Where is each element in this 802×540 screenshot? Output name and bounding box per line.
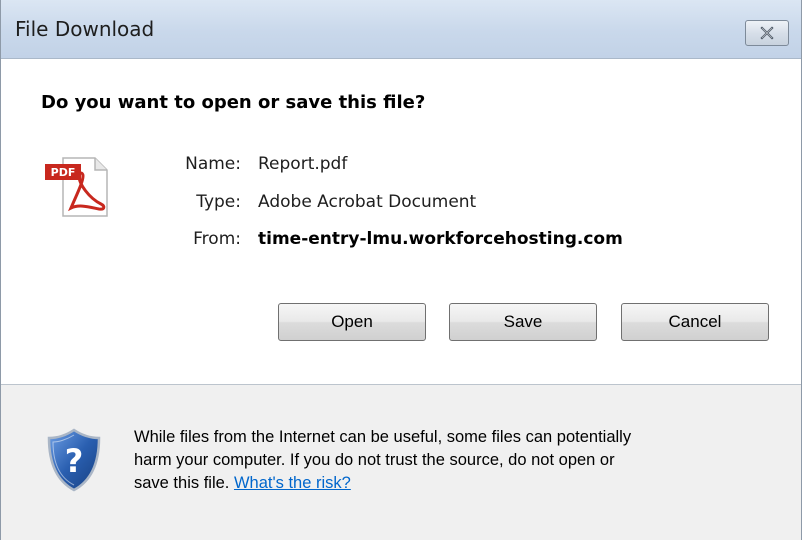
pdf-badge-label: PDF <box>51 166 76 179</box>
window-title: File Download <box>15 17 155 41</box>
warning-line-3-text: save this file. <box>134 474 230 492</box>
cancel-button[interactable]: Cancel <box>621 303 769 341</box>
file-from-value: time-entry-lmu.workforcehosting.com <box>258 229 623 249</box>
type-label: Type: <box>196 192 241 212</box>
file-name-value: Report.pdf <box>258 154 348 174</box>
pdf-file-icon: PDF <box>45 157 108 217</box>
warning-line-2: harm your computer. If you do not trust … <box>134 451 615 469</box>
file-type-value: Adobe Acrobat Document <box>258 192 477 212</box>
whats-the-risk-link[interactable]: What's the risk? <box>234 474 351 492</box>
name-label: Name: <box>185 154 241 174</box>
warning-line-1: While files from the Internet can be use… <box>134 428 632 446</box>
security-shield-question-icon: ? <box>47 428 101 492</box>
warning-line-3: save this file. What's the risk? <box>134 472 784 495</box>
dialog-question: Do you want to open or save this file? <box>41 92 426 113</box>
svg-text:?: ? <box>65 442 84 480</box>
close-button[interactable] <box>745 20 789 46</box>
from-label: From: <box>193 229 241 249</box>
security-warning-text: While files from the Internet can be use… <box>134 426 784 495</box>
security-warning-panel: ? While files from the Internet can be u… <box>1 385 801 540</box>
open-button[interactable]: Open <box>278 303 426 341</box>
save-button[interactable]: Save <box>449 303 597 341</box>
title-bar[interactable]: File Download <box>1 0 801 59</box>
dialog-body: Do you want to open or save this file? P… <box>1 59 801 384</box>
close-icon <box>760 26 774 40</box>
file-download-dialog: File Download Do you want to open or sav… <box>0 0 802 540</box>
